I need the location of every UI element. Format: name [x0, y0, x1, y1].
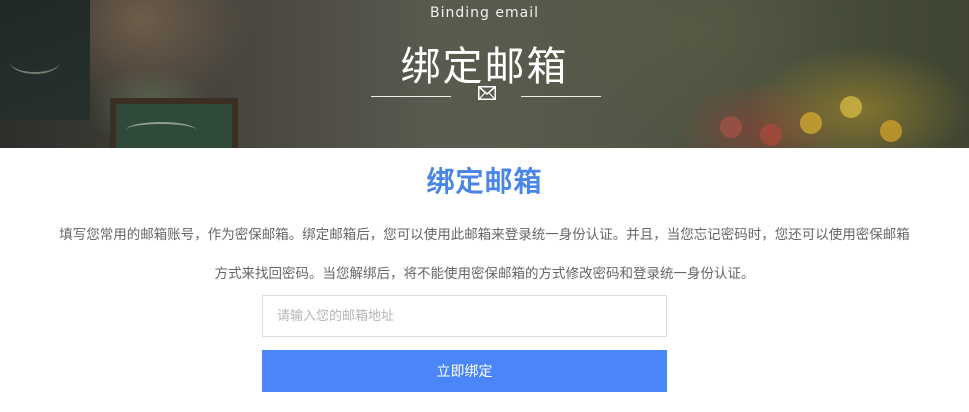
- envelope-icon: [478, 86, 496, 100]
- flower-decoration: [760, 124, 782, 146]
- flower-decoration: [880, 120, 902, 142]
- flower-decoration: [840, 96, 862, 118]
- divider-left: [371, 96, 451, 97]
- description-line: 方式来找回密码。当您解绑后，将不能使用密保邮箱的方式修改密码和登录统一身份认证。: [214, 266, 755, 282]
- divider-right: [521, 96, 601, 97]
- description-line: 填写您常用的邮箱账号，作为密保邮箱。绑定邮箱后，您可以使用此邮箱来登录统一身份认…: [59, 227, 910, 243]
- flower-decoration: [720, 116, 742, 138]
- bind-now-button[interactable]: 立即绑定: [262, 350, 667, 392]
- email-input[interactable]: [262, 295, 667, 337]
- page-title: 绑定邮箱: [426, 165, 543, 198]
- description: 填写您常用的邮箱账号，作为密保邮箱。绑定邮箱后，您可以使用此邮箱来登录统一身份认…: [0, 216, 969, 294]
- sign-board-decoration: [110, 98, 238, 148]
- flower-decoration: [800, 112, 822, 134]
- banner-title: 绑定邮箱: [400, 44, 569, 90]
- banner-subtitle: Binding email: [430, 5, 539, 21]
- header-banner: Binding email 绑定邮箱: [0, 0, 969, 148]
